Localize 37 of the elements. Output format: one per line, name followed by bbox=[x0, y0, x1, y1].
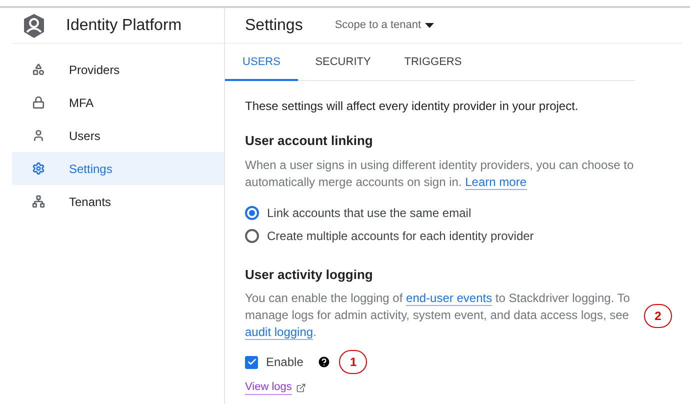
link[interactable]: Learn more bbox=[465, 174, 526, 190]
sidebar-item[interactable]: Settings bbox=[12, 152, 224, 185]
sidebar-item[interactable]: Tenants bbox=[12, 185, 224, 218]
person-icon bbox=[32, 129, 45, 142]
tab[interactable]: SECURITY bbox=[298, 45, 388, 81]
page-title: Settings bbox=[245, 16, 303, 36]
link[interactable]: audit logging bbox=[245, 325, 314, 340]
network-icon bbox=[32, 195, 45, 208]
radio-label: Create multiple accounts for each identity provider bbox=[267, 228, 534, 244]
shapes-icon bbox=[32, 63, 45, 76]
help-icon[interactable] bbox=[317, 355, 332, 369]
sidebar-item[interactable]: Users bbox=[12, 119, 224, 152]
view-logs-link[interactable]: View logs bbox=[245, 380, 292, 395]
sidebar-item[interactable]: Providers bbox=[12, 53, 224, 86]
radio-button[interactable] bbox=[245, 206, 259, 220]
caret-icon bbox=[425, 23, 434, 28]
section-heading: User account linking bbox=[245, 132, 374, 150]
section-description: When a user signs in using different identity providers, you can choose to automatically merge accounts on sign in. Learn more bbox=[245, 156, 635, 190]
external-link-icon bbox=[296, 382, 306, 392]
radio-label: Link accounts that use the same email bbox=[267, 204, 472, 222]
tab[interactable]: TRIGGERS bbox=[388, 45, 478, 81]
intro-text: These settings will affect every identity provider in your project. bbox=[245, 98, 580, 115]
tab[interactable]: USERS bbox=[225, 45, 298, 81]
scope-dropdown[interactable]: Scope to a tenant bbox=[334, 17, 434, 34]
annotation-marker: 1 bbox=[339, 350, 368, 374]
lock-icon bbox=[32, 96, 45, 109]
sidebar-item[interactable]: MFA bbox=[12, 86, 224, 119]
settings-icon bbox=[32, 162, 45, 175]
section-heading: User activity logging bbox=[245, 266, 374, 284]
checkbox[interactable] bbox=[245, 356, 258, 368]
annotation-marker: 2 bbox=[644, 304, 672, 328]
link[interactable]: end-user events bbox=[406, 291, 492, 306]
shield-person-icon bbox=[22, 12, 46, 38]
checkbox-label: Enable bbox=[266, 354, 304, 371]
app-title: Identity Platform bbox=[66, 16, 182, 36]
section-description: You can enable the logging of end-user events to Stackdriver logging. To manage logs for admin activity, system event, and data access logs, see audit logging. bbox=[245, 290, 630, 341]
radio-button[interactable] bbox=[245, 228, 259, 242]
